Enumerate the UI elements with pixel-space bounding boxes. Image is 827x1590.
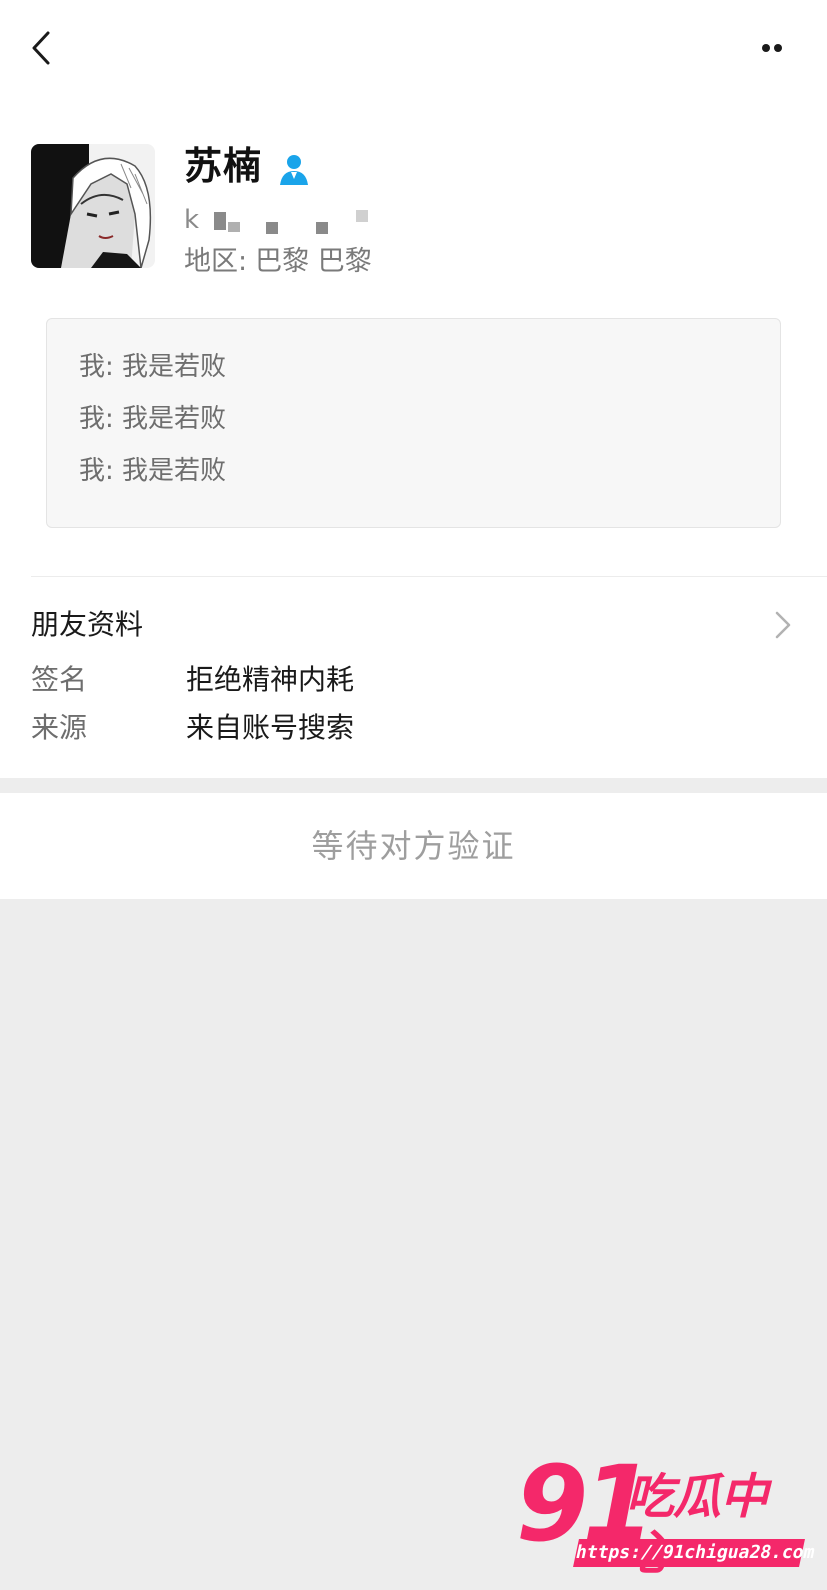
profile-card-area: 苏楠 k 地区: 巴黎 巴黎 我: 我是若败 我: 我是若败 我: 我是若败 朋友… <box>0 0 827 778</box>
verification-message: 我: 我是若败 <box>79 456 227 486</box>
region-value: 巴黎 巴黎 <box>255 246 372 277</box>
chevron-right-icon[interactable] <box>773 610 793 640</box>
chevron-left-icon <box>32 31 50 65</box>
mosaic-block <box>356 210 368 222</box>
mosaic-block <box>266 222 278 234</box>
pending-verification-label: 等待对方验证 <box>311 827 516 865</box>
friend-info-title[interactable]: 朋友资料 <box>31 605 143 645</box>
signature-label: 签名 <box>31 663 88 696</box>
wechat-id-mosaic: k <box>184 200 374 240</box>
watermark-url: https://91chigua28.com <box>573 1539 817 1567</box>
more-button[interactable] <box>760 36 796 60</box>
mosaic-block <box>214 212 226 230</box>
contact-person-icon <box>276 151 312 187</box>
pending-verification-bar[interactable]: 等待对方验证 <box>0 793 827 899</box>
source-label: 来源 <box>31 711 88 744</box>
source-value: 来自账号搜索 <box>186 711 355 744</box>
region-label: 地区: <box>184 246 248 277</box>
verification-message: 我: 我是若败 <box>79 404 227 434</box>
watermark-logo: 91 吃瓜中心 https://91chigua28.com <box>514 1449 817 1581</box>
wechat-id-prefix: k <box>184 205 200 235</box>
profile-name: 苏楠 <box>184 144 263 188</box>
verification-message-box: 我: 我是若败 我: 我是若败 我: 我是若败 <box>46 318 781 528</box>
avatar[interactable] <box>31 144 155 268</box>
region-text: 地区: 巴黎 巴黎 <box>184 242 372 282</box>
avatar-image <box>31 144 155 268</box>
verification-message: 我: 我是若败 <box>79 352 227 382</box>
back-button[interactable] <box>28 28 58 68</box>
mosaic-block <box>228 222 240 232</box>
section-divider <box>31 576 827 577</box>
signature-value: 拒绝精神内耗 <box>186 663 355 696</box>
mosaic-block <box>316 222 328 234</box>
more-dots-icon <box>762 44 782 52</box>
